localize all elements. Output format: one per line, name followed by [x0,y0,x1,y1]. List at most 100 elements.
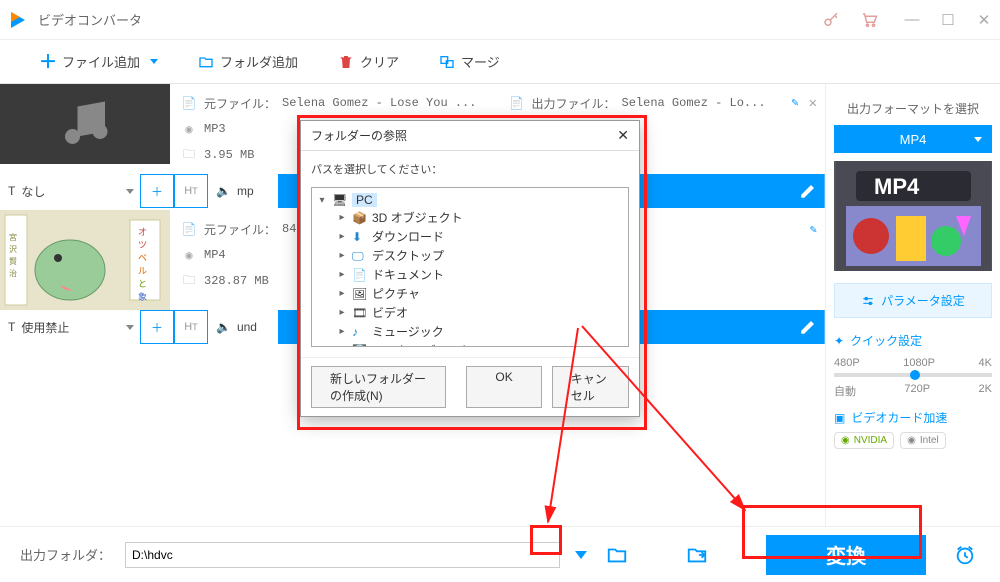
cancel-button[interactable]: キャンセル [552,366,629,408]
download-icon: ⬇ [352,230,368,244]
minimize-button[interactable]: — [904,11,920,29]
subtitle-dropdown[interactable]: T 使用禁止 [0,310,140,344]
tree-node[interactable]: ▸⬇ダウンロード [316,227,624,246]
new-folder-button[interactable]: 新しいフォルダーの作成(N) [311,366,446,408]
svg-text:ル: ル [138,266,147,276]
format-thumbnail: MP4 [834,161,992,271]
subtitle-t-icon: T [8,184,15,198]
subtitle-value: 使用禁止 [21,319,69,336]
add-subtitle-button[interactable]: ＋ [140,310,174,344]
maximize-button[interactable]: ☐ [940,11,956,29]
output-folder-dropdown[interactable] [570,540,592,570]
dialog-close-button[interactable]: ✕ [617,127,629,144]
titlebar: ビデオコンバータ — ☐ ✕ [0,0,1000,40]
output-folder-label: 出力フォルダ： [20,545,111,564]
tree-node[interactable]: ▸💽ローカル ディスク (C:) [316,341,624,347]
panel-header: 出力フォーマットを選択 [834,94,992,125]
tree-node[interactable]: ▸♪ミュージック [316,322,624,341]
format-value: MP4 [900,132,927,147]
thumbnail[interactable]: 宮沢賢治 オツベルと象 [0,210,170,310]
open-folder-button[interactable] [682,540,712,570]
edit-button[interactable] [791,310,825,344]
thumbnail[interactable] [0,84,170,164]
toolbar: ＋ ファイル追加 フォルダ追加 クリア マージ [0,40,1000,84]
tree-node[interactable]: ▸🖵デスクトップ [316,246,624,265]
cart-icon[interactable] [859,10,879,30]
merge-label: マージ [461,52,500,71]
src-label: 元ファイル： [204,95,276,112]
intel-icon: ◉ [907,435,916,446]
ok-button[interactable]: OK [466,366,541,408]
dialog-title: フォルダーの参照 [311,127,407,144]
subtitle-dropdown[interactable]: T なし [0,174,140,208]
add-folder-button[interactable]: フォルダ追加 [198,52,298,71]
remove-item-button[interactable]: ✕ [809,95,817,112]
svg-text:MP4: MP4 [874,174,920,199]
close-button[interactable]: ✕ [976,11,992,29]
schedule-button[interactable] [950,540,980,570]
format-dropdown[interactable]: MP4 [834,125,992,153]
gpu-badge-intel: ◉Intel [900,432,946,449]
pc-icon: 🖥 [332,193,348,207]
format-label: MP3 [204,122,226,136]
browse-folder-button[interactable] [602,540,632,570]
folder-plus-icon [198,54,214,70]
convert-button[interactable]: 変換 [766,535,926,575]
edit-button[interactable] [791,174,825,208]
quality-slider[interactable] [834,373,992,377]
audio-value: mp [237,184,254,198]
desktop-icon: 🖵 [352,249,368,263]
pencil-icon[interactable]: ✎ [810,222,817,237]
merge-button[interactable]: マージ [439,52,500,71]
caret-down-icon [974,137,982,142]
pencil-icon[interactable]: ✎ [791,95,798,112]
tree-node-pc[interactable]: ▾🖥PC [316,192,624,208]
svg-text:沢: 沢 [9,245,17,254]
file-icon: 📄 [180,220,198,238]
caret-down-icon [150,59,158,64]
trash-icon [338,54,354,70]
key-icon[interactable] [821,10,841,30]
merge-icon [439,54,455,70]
svg-text:治: 治 [9,268,17,278]
slider-thumb[interactable] [910,370,920,380]
wand-icon: ✦ [834,334,844,348]
size-label: 3.95 MB [204,148,254,162]
out-label: 出力ファイル： [532,95,616,112]
subtitle-t-icon: T [8,320,15,334]
quick-settings-header: ✦ クイック設定 [834,332,992,349]
caret-down-icon [126,189,134,194]
format-icon: ◉ [180,246,198,264]
gpu-accel-toggle[interactable]: ▣ ビデオカード加速 [834,409,992,426]
add-file-button[interactable]: ＋ ファイル追加 [40,52,158,71]
chip-icon: ▣ [834,411,845,425]
tree-node[interactable]: ▸📦3D オブジェクト [316,208,624,227]
sliders-icon [861,294,875,308]
output-icon: 📄 [508,94,526,112]
size-icon: 🗀 [180,146,198,164]
svg-text:象: 象 [138,291,147,302]
subtitle-h-button[interactable]: HT [174,174,208,208]
audio-dropdown[interactable]: 🔈 und [208,310,278,344]
src-label: 元ファイル： [204,221,276,238]
output-folder-input[interactable] [125,542,560,568]
src-name: Selena Gomez - Lose You ... [282,96,476,110]
tree-node[interactable]: ▸📄ドキュメント [316,265,624,284]
add-subtitle-button[interactable]: ＋ [140,174,174,208]
size-label: 328.87 MB [204,274,269,288]
parameter-settings-button[interactable]: パラメータ設定 [834,283,992,318]
file-icon: 📄 [180,94,198,112]
subtitle-h-button[interactable]: HT [174,310,208,344]
clear-button[interactable]: クリア [338,52,399,71]
svg-text:と: と [138,279,147,289]
folder-tree[interactable]: ▾🖥PC ▸📦3D オブジェクト ▸⬇ダウンロード ▸🖵デスクトップ ▸📄ドキュ… [311,187,629,347]
quick-label: クイック設定 [850,332,922,349]
gpu-badge-nvidia: ◉NVIDIA [834,432,894,449]
clear-label: クリア [360,52,399,71]
svg-text:ツ: ツ [138,240,147,250]
audio-dropdown[interactable]: 🔈 mp [208,174,278,208]
gpu-label: ビデオカード加速 [851,409,947,426]
subtitle-value: なし [21,183,45,200]
tree-node[interactable]: ▸🎞ビデオ [316,303,624,322]
tree-node[interactable]: ▸🖼ピクチャ [316,284,624,303]
